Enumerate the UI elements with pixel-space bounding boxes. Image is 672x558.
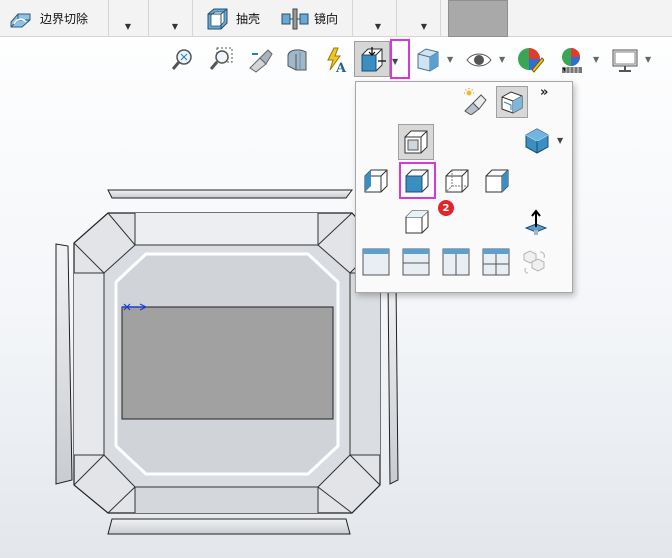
normal-to-icon <box>404 130 428 154</box>
toolbar-separator <box>352 0 353 37</box>
toolbar-separator <box>108 0 109 37</box>
toolbar-gray-panel <box>448 0 508 37</box>
view-orientation-popup: » ▼ 2 <box>355 81 573 293</box>
shell-icon <box>207 8 228 29</box>
top-flange-strip <box>107 189 353 199</box>
two-view-horizontal-icon[interactable] <box>402 248 430 276</box>
dynamic-annotation-icon[interactable]: A <box>322 46 350 74</box>
heads-up-view-toolbar: A ▼ 1 ▼ ▼ <box>0 37 672 97</box>
two-view-vertical-icon[interactable] <box>442 248 470 276</box>
toolbar-separator <box>148 0 149 37</box>
shell-label: 抽壳 <box>236 12 261 26</box>
view-orientation-dropdown[interactable]: ▼ <box>392 57 398 66</box>
boundary-cut-label: 边界切除 <box>40 12 89 26</box>
previous-view-icon[interactable] <box>246 46 274 74</box>
front-view-icon[interactable] <box>362 167 390 195</box>
lightbulb-icon[interactable] <box>461 87 489 115</box>
left-flange-strip <box>55 243 73 485</box>
chevron-down-icon: ▼ <box>392 57 399 66</box>
mirror-button[interactable]: 镜向 <box>280 0 338 37</box>
hide-show-items-icon[interactable] <box>465 46 493 74</box>
sketch-rectangle[interactable] <box>121 306 334 420</box>
chevron-down-icon[interactable]: ▼ <box>447 55 453 64</box>
zoom-to-area-icon[interactable] <box>207 46 235 74</box>
apply-scene-icon[interactable] <box>558 46 586 74</box>
command-toolbar: 边界切除 ▼ ▼ 抽壳 镜向 ▼ ▼ <box>0 0 672 37</box>
chevron-down-icon[interactable]: ▼ <box>557 136 563 145</box>
view-orientation-button[interactable] <box>354 41 390 77</box>
mirror-icon <box>281 8 309 29</box>
shell-button[interactable]: 抽壳 <box>204 0 260 37</box>
zoom-to-fit-icon[interactable] <box>169 46 197 74</box>
back-view-icon[interactable] <box>403 167 431 195</box>
step-badge-2: 2 <box>438 200 454 216</box>
right-view-icon[interactable] <box>483 167 511 195</box>
bottom-flange-strip <box>107 518 351 535</box>
chevron-down-icon[interactable]: ▼ <box>593 55 599 64</box>
bottom-view-icon[interactable] <box>522 208 550 236</box>
four-view-icon[interactable] <box>482 248 510 276</box>
chevron-down-icon: ▼ <box>171 22 179 31</box>
top-view-icon[interactable] <box>403 208 431 236</box>
chevron-down-icon: ▼ <box>420 22 428 31</box>
more-button[interactable]: » <box>540 85 548 100</box>
section-view-icon[interactable] <box>284 46 312 74</box>
chevron-down-icon: ▼ <box>124 22 132 31</box>
display-style-icon[interactable] <box>414 46 442 74</box>
svg-text:A: A <box>335 61 347 74</box>
view-selector-button[interactable] <box>496 86 528 118</box>
boundary-cut-icon <box>10 13 31 27</box>
edit-appearance-icon[interactable] <box>516 46 544 74</box>
right-flange-strip <box>387 279 399 485</box>
toolbar-separator <box>440 0 441 37</box>
toolbar-separator <box>192 0 193 37</box>
mirror-label: 镜向 <box>314 12 339 26</box>
toolbar-dropdown-3[interactable]: ▼ <box>369 0 387 37</box>
view-selector-icon <box>501 91 523 114</box>
view-orientation-icon <box>361 47 386 72</box>
view-settings-icon[interactable] <box>611 46 639 74</box>
toolbar-dropdown-4[interactable]: ▼ <box>415 0 433 37</box>
normal-to-button[interactable] <box>398 124 434 160</box>
chevron-down-icon[interactable]: ▼ <box>499 55 505 64</box>
chevron-down-icon[interactable]: ▼ <box>645 55 651 64</box>
link-views-icon[interactable] <box>520 248 548 276</box>
chevron-down-icon: ▼ <box>374 22 382 31</box>
toolbar-separator <box>396 0 397 37</box>
single-view-icon[interactable] <box>362 248 390 276</box>
left-view-icon[interactable] <box>443 167 471 195</box>
boundary-cut-button[interactable]: 边界切除 <box>8 0 88 37</box>
toolbar-dropdown-2[interactable]: ▼ <box>166 0 184 37</box>
toolbar-dropdown-1[interactable]: ▼ <box>119 0 137 37</box>
isometric-icon[interactable] <box>523 127 551 155</box>
